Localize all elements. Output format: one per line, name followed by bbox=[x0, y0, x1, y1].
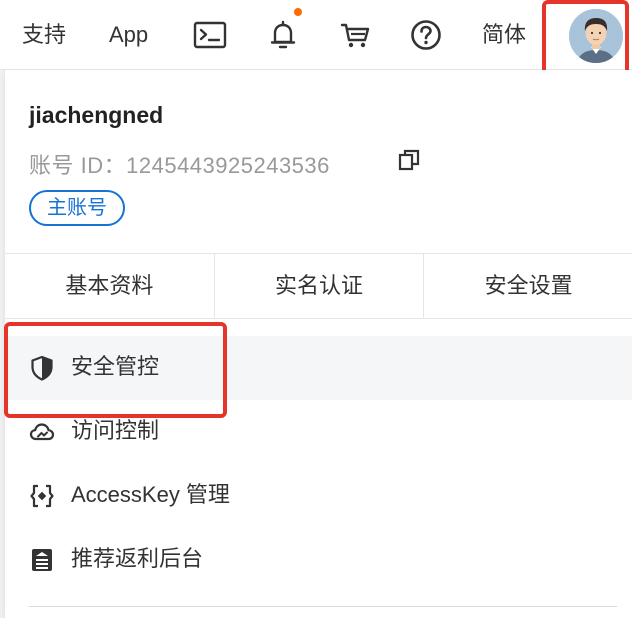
username: jiachengned bbox=[29, 102, 164, 128]
bell-icon[interactable] bbox=[265, 17, 301, 53]
menu-item-access-control[interactable]: 访问控制 bbox=[5, 400, 632, 464]
avatar[interactable] bbox=[569, 9, 623, 63]
menu-item-accesskey[interactable]: AccessKey 管理 bbox=[5, 464, 632, 528]
account-id: 账号 ID：1245443925243536 bbox=[29, 148, 330, 180]
tab-real-name[interactable]: 实名认证 bbox=[213, 254, 424, 318]
terminal-icon[interactable] bbox=[192, 17, 228, 53]
account-id-value: 1245443925243536 bbox=[126, 153, 330, 178]
menu-item-label: 访问控制 bbox=[71, 418, 160, 443]
cloud-icon bbox=[29, 419, 55, 445]
support-link[interactable]: 支持 bbox=[22, 20, 66, 50]
menu-item-rebate-backend[interactable]: 推荐返利后台 bbox=[5, 528, 632, 592]
menu-item-label: 推荐返利后台 bbox=[71, 546, 204, 571]
account-dropdown-panel: jiachengned 账号 ID：1245443925243536 主账号 基… bbox=[4, 70, 632, 618]
app-link[interactable]: App bbox=[109, 20, 148, 50]
rebate-icon bbox=[29, 547, 55, 573]
language-switch[interactable]: 简体 bbox=[482, 20, 526, 50]
top-nav-bar: 支持 App 简体 bbox=[0, 0, 632, 70]
menu-divider bbox=[29, 606, 617, 607]
cart-icon[interactable] bbox=[337, 17, 373, 53]
copy-icon[interactable] bbox=[397, 148, 421, 172]
tab-basic-info[interactable]: 基本资料 bbox=[5, 254, 214, 318]
tab-security-settings[interactable]: 安全设置 bbox=[423, 254, 632, 318]
help-icon[interactable] bbox=[408, 17, 444, 53]
profile-tabs: 基本资料 实名认证 安全设置 bbox=[5, 253, 632, 319]
menu-item-label: 安全管控 bbox=[71, 354, 160, 379]
account-id-label: 账号 ID： bbox=[29, 153, 127, 178]
shield-icon bbox=[29, 355, 55, 381]
notification-dot bbox=[294, 8, 302, 16]
account-type-badge: 主账号 bbox=[29, 190, 125, 226]
menu-item-label: AccessKey 管理 bbox=[71, 482, 230, 507]
key-bracket-icon bbox=[29, 483, 55, 509]
menu-item-security-control[interactable]: 安全管控 bbox=[5, 336, 632, 400]
